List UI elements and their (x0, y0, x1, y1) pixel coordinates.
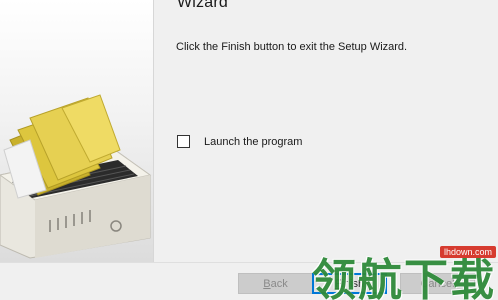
finish-button[interactable]: Finish (312, 273, 387, 294)
launch-program-option[interactable]: Launch the program (177, 135, 302, 148)
back-accelerator: B (263, 277, 271, 290)
folder-in-drive-icon (0, 94, 152, 259)
wizard-title: Wizard (177, 0, 228, 11)
wizard-side-illustration (0, 0, 153, 262)
back-button[interactable]: Back (238, 273, 313, 294)
finish-message: Click the Finish button to exit the Setu… (176, 41, 408, 53)
launch-program-checkbox[interactable] (177, 135, 190, 148)
finish-accelerator: F (334, 277, 342, 290)
cancel-button[interactable]: Cancel (400, 273, 475, 294)
launch-program-label[interactable]: Launch the program (204, 136, 302, 148)
wizard-content: Wizard Click the Finish button to exit t… (154, 0, 498, 262)
